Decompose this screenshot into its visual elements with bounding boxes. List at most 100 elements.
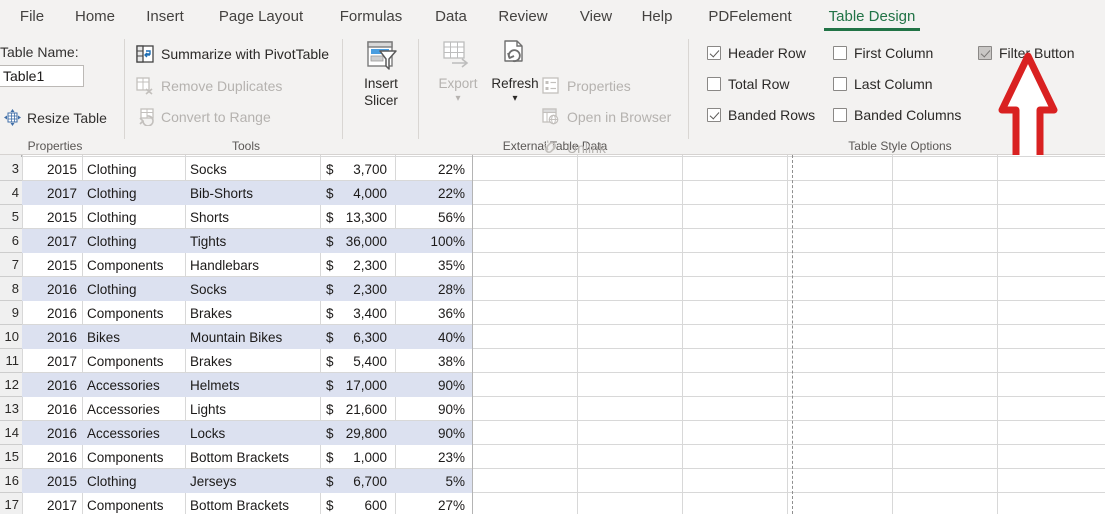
cell-amount[interactable]: $13,300 (320, 205, 395, 229)
checkbox-last-column[interactable]: Last Column (833, 76, 933, 92)
cell-year[interactable]: 2016 (22, 301, 82, 325)
row-header[interactable]: 12 (0, 373, 22, 397)
cell-percent[interactable]: 38% (395, 349, 472, 373)
table-row[interactable]: 2016 Accessories Lights $21,600 90% (22, 397, 472, 421)
cell-category[interactable]: Components (82, 349, 185, 373)
cell-year[interactable]: 2016 (22, 421, 82, 445)
checkbox-box-header-row[interactable] (707, 46, 721, 60)
table-row[interactable]: 2016 Components Brakes $3,400 36% (22, 301, 472, 325)
cell-product[interactable]: Mountain Bikes (185, 325, 320, 349)
cell-category[interactable]: Clothing (82, 229, 185, 253)
tab-review[interactable]: Review (486, 0, 560, 33)
cell-product[interactable]: Helmets (185, 373, 320, 397)
cell-percent[interactable]: 56% (395, 205, 472, 229)
cell-product[interactable]: Socks (185, 277, 320, 301)
cell-amount[interactable]: $17,000 (320, 373, 395, 397)
cell-product[interactable]: Bottom Brackets (185, 493, 320, 514)
cell-year[interactable]: 2015 (22, 253, 82, 277)
cell-category[interactable]: Components (82, 301, 185, 325)
cell-product[interactable]: Locks (185, 421, 320, 445)
cell-category[interactable]: Components (82, 493, 185, 514)
row-header[interactable]: 5 (0, 205, 22, 229)
cell-year[interactable]: 2015 (22, 157, 82, 181)
cell-percent[interactable]: 36% (395, 301, 472, 325)
row-header[interactable]: 14 (0, 421, 22, 445)
tab-table-design[interactable]: Table Design (818, 0, 926, 33)
cell-amount[interactable]: $600 (320, 493, 395, 514)
row-header[interactable]: 8 (0, 277, 22, 301)
chevron-down-icon[interactable]: ▾ (512, 93, 517, 104)
tab-page-layout[interactable]: Page Layout (204, 0, 318, 33)
row-header[interactable]: 13 (0, 397, 22, 421)
cell-amount[interactable]: $4,000 (320, 181, 395, 205)
cell-percent[interactable]: 35% (395, 253, 472, 277)
cell-amount[interactable]: $6,700 (320, 469, 395, 493)
table-row[interactable]: 2016 Accessories Helmets $17,000 90% (22, 373, 472, 397)
cell-amount[interactable]: $29,800 (320, 421, 395, 445)
checkbox-box-filter-button[interactable] (978, 46, 992, 60)
row-header[interactable]: 3 (0, 157, 22, 181)
row-header[interactable]: 17 (0, 493, 22, 514)
table-row[interactable]: 2016 Clothing Socks $2,300 28% (22, 277, 472, 301)
tab-data[interactable]: Data (424, 0, 478, 33)
cell-product[interactable]: Socks (185, 157, 320, 181)
cell-percent[interactable]: 90% (395, 373, 472, 397)
checkbox-box-banded-columns[interactable] (833, 108, 847, 122)
table-row[interactable]: 2015 Clothing Shorts $13,300 56% (22, 205, 472, 229)
cell-year[interactable]: 2016 (22, 445, 82, 469)
cell-product[interactable]: Handlebars (185, 253, 320, 277)
row-header[interactable]: 4 (0, 181, 22, 205)
checkbox-box-total-row[interactable] (707, 77, 721, 91)
cell-amount[interactable]: $2,300 (320, 277, 395, 301)
table-row[interactable]: 2017 Clothing Tights $36,000 100% (22, 229, 472, 253)
cell-year[interactable]: 2015 (22, 205, 82, 229)
cell-category[interactable]: Clothing (82, 277, 185, 301)
table-row[interactable]: 2015 Clothing Jerseys $6,700 5% (22, 469, 472, 493)
cell-category[interactable]: Clothing (82, 157, 185, 181)
cell-category[interactable]: Clothing (82, 205, 185, 229)
cell-percent[interactable]: 5% (395, 469, 472, 493)
cell-category[interactable]: Components (82, 253, 185, 277)
cell-percent[interactable]: 90% (395, 421, 472, 445)
table-row[interactable]: 2015 Clothing Socks $3,700 22% (22, 157, 472, 181)
cell-year[interactable]: 2016 (22, 397, 82, 421)
row-header[interactable]: 10 (0, 325, 22, 349)
checkbox-first-column[interactable]: First Column (833, 45, 933, 61)
row-header[interactable]: 16 (0, 469, 22, 493)
cell-product[interactable]: Bib-Shorts (185, 181, 320, 205)
cell-year[interactable]: 2017 (22, 229, 82, 253)
checkbox-header-row[interactable]: Header Row (707, 45, 806, 61)
checkbox-total-row[interactable]: Total Row (707, 76, 789, 92)
resize-table-button[interactable]: Resize Table (4, 109, 107, 126)
cell-amount[interactable]: $3,700 (320, 157, 395, 181)
tab-home[interactable]: Home (64, 0, 126, 33)
table-row[interactable]: 2016 Bikes Mountain Bikes $6,300 40% (22, 325, 472, 349)
table-row[interactable]: 2015 Components Handlebars $2,300 35% (22, 253, 472, 277)
table-row[interactable]: 2017 Clothing Bib-Shorts $4,000 22% (22, 181, 472, 205)
cell-percent[interactable]: 28% (395, 277, 472, 301)
checkbox-banded-rows[interactable]: Banded Rows (707, 107, 815, 123)
checkbox-box-banded-rows[interactable] (707, 108, 721, 122)
row-header[interactable]: 11 (0, 349, 22, 373)
cell-amount[interactable]: $21,600 (320, 397, 395, 421)
cell-percent[interactable]: 27% (395, 493, 472, 514)
table-row[interactable]: 2017 Components Bottom Brackets $600 27% (22, 493, 472, 514)
table-name-input[interactable] (0, 65, 84, 87)
cell-product[interactable]: Brakes (185, 301, 320, 325)
summarize-with-pivottable-button[interactable]: Summarize with PivotTable (136, 45, 329, 63)
cell-amount[interactable]: $36,000 (320, 229, 395, 253)
cell-percent[interactable]: 40% (395, 325, 472, 349)
tab-file[interactable]: File (8, 0, 56, 33)
cell-product[interactable]: Shorts (185, 205, 320, 229)
cell-amount[interactable]: $2,300 (320, 253, 395, 277)
cell-product[interactable]: Lights (185, 397, 320, 421)
cell-category[interactable]: Accessories (82, 373, 185, 397)
cell-category[interactable]: Accessories (82, 397, 185, 421)
cell-amount[interactable]: $6,300 (320, 325, 395, 349)
cell-product[interactable]: Bottom Brackets (185, 445, 320, 469)
table-row[interactable]: 2017 Components Brakes $5,400 38% (22, 349, 472, 373)
checkbox-banded-columns[interactable]: Banded Columns (833, 107, 961, 123)
row-header[interactable]: 6 (0, 229, 22, 253)
cell-year[interactable]: 2017 (22, 349, 82, 373)
cell-amount[interactable]: $1,000 (320, 445, 395, 469)
